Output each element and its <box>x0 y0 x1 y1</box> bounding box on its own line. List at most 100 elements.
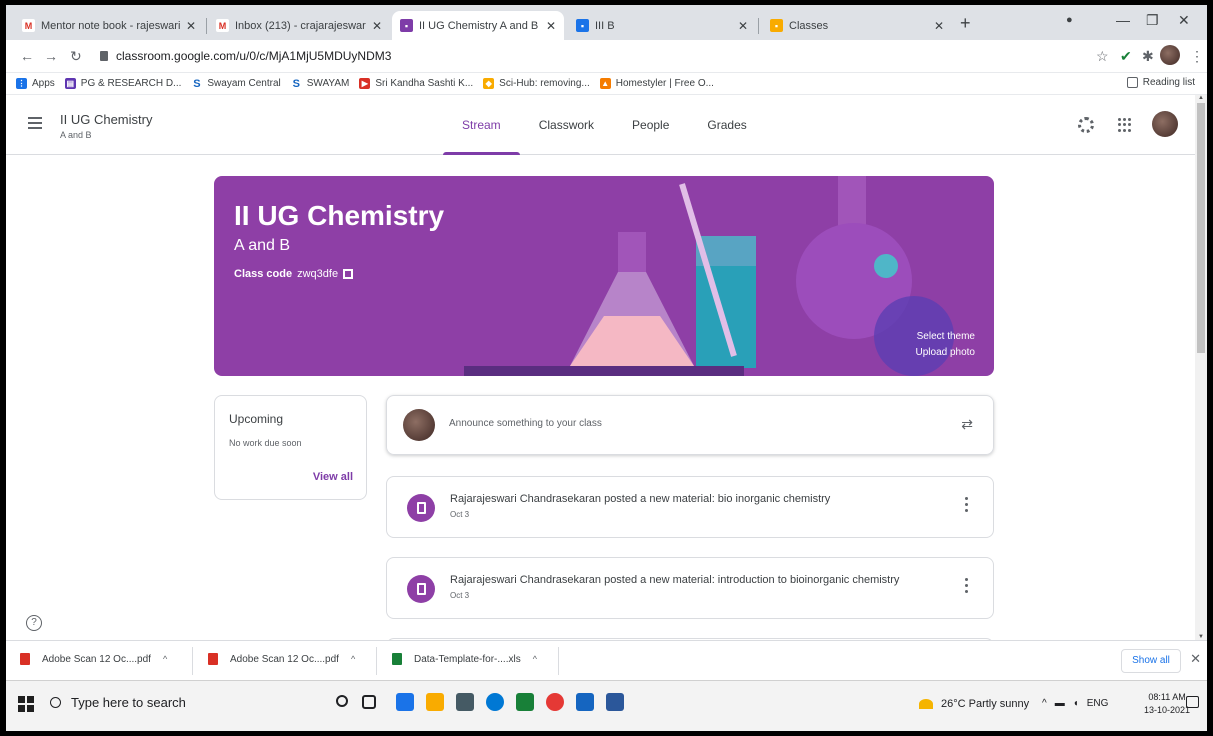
select-theme-link[interactable]: Select theme <box>917 331 975 342</box>
taskbar-clock[interactable]: 08:11 AM 13-10-2021 <box>1144 691 1190 717</box>
material-icon <box>407 575 435 603</box>
profile-avatar[interactable] <box>1160 45 1180 65</box>
download-item[interactable]: Data-Template-for-....xls ^ <box>392 653 537 665</box>
swayam-icon: S <box>290 77 302 90</box>
fullscreen-code-icon[interactable] <box>343 269 354 279</box>
bookmark-homestyler[interactable]: ▲ Homestyler | Free O... <box>599 78 714 89</box>
page-scrollbar[interactable]: ▲ ▼ <box>1195 95 1207 640</box>
taskbar-search[interactable]: Type here to search <box>50 695 186 710</box>
class-name[interactable]: II UG Chemistry <box>60 112 152 127</box>
google-apps-icon[interactable] <box>1118 118 1132 132</box>
notifications-icon[interactable] <box>1186 696 1199 708</box>
close-download-bar-icon[interactable]: ✕ <box>1190 651 1201 667</box>
main-menu-icon[interactable] <box>28 117 42 132</box>
reload-icon[interactable]: ↻ <box>70 48 82 65</box>
photos-app-icon[interactable] <box>576 693 594 711</box>
bookmark-sri-kandha[interactable]: ▶ Sri Kandha Sashti K... <box>359 78 473 89</box>
back-icon[interactable]: ← <box>20 48 34 64</box>
volume-icon[interactable]: ◖ <box>1073 698 1079 709</box>
post-title[interactable]: Rajarajeswari Chandrasekaran posted a ne… <box>450 574 899 586</box>
mail-app-icon[interactable] <box>396 693 414 711</box>
post-date: Oct 3 <box>450 510 470 519</box>
browser-tab-inbox[interactable]: M Inbox (213) - crajarajeswari.chem ✕ <box>208 11 390 40</box>
cortana-icon[interactable] <box>336 695 348 707</box>
language-indicator[interactable]: ENG <box>1087 698 1109 709</box>
stream-post[interactable]: Rajarajeswari Chandrasekaran posted a ne… <box>386 476 994 538</box>
task-view-icon[interactable] <box>362 695 376 709</box>
close-tab-icon[interactable]: ✕ <box>738 19 748 33</box>
battery-icon[interactable]: ▬ <box>1055 698 1065 709</box>
bookmark-sci-hub[interactable]: ◆ Sci-Hub: removing... <box>483 78 590 89</box>
excel-file-icon <box>392 653 402 665</box>
close-tab-icon[interactable]: ✕ <box>372 19 382 33</box>
announce-box[interactable]: Announce something to your class ⇄ <box>386 395 994 455</box>
lock-icon <box>100 51 108 61</box>
restore-icon[interactable]: ❐ <box>1146 12 1159 29</box>
browser-tab-classes[interactable]: ▪ Classes ✕ <box>762 11 952 40</box>
browser-tab-ii-ug-chemistry[interactable]: ▪ II UG Chemistry A and B ✕ <box>392 11 564 40</box>
settings-gear-icon[interactable] <box>1078 117 1094 133</box>
download-item[interactable]: Adobe Scan 12 Oc....pdf ^ <box>208 653 355 665</box>
extension-check-icon[interactable]: ✔ <box>1120 48 1132 65</box>
excel-app-icon[interactable] <box>516 693 534 711</box>
close-tab-icon[interactable]: ✕ <box>186 19 196 33</box>
classroom-icon: ▪ <box>770 19 783 32</box>
apps-grid-icon: ⋮ <box>16 78 27 89</box>
bookmarks-bar: ⋮ Apps ▤ PG & RESEARCH D... S Swayam Cen… <box>6 73 1207 95</box>
forward-icon[interactable]: → <box>44 48 58 64</box>
show-hidden-icons-icon[interactable]: ^ <box>1042 698 1047 709</box>
chevron-up-icon[interactable]: ^ <box>533 654 537 664</box>
avatar <box>403 409 435 441</box>
edge-browser-icon[interactable] <box>486 693 504 711</box>
chrome-app-icon[interactable] <box>546 693 564 711</box>
help-icon[interactable]: ? <box>26 615 42 631</box>
profile-dot-icon[interactable]: ● <box>1066 14 1073 26</box>
minimize-icon[interactable]: — <box>1116 12 1130 28</box>
word-app-icon[interactable] <box>606 693 624 711</box>
calculator-icon[interactable] <box>456 693 474 711</box>
chevron-up-icon[interactable]: ^ <box>351 654 355 664</box>
tab-grades[interactable]: Grades <box>688 95 765 155</box>
chevron-up-icon[interactable]: ^ <box>163 654 167 664</box>
new-tab-icon[interactable]: + <box>960 14 971 32</box>
more-options-icon[interactable] <box>965 497 969 515</box>
bench-shelf <box>464 366 744 376</box>
close-window-icon[interactable]: ✕ <box>1178 12 1190 29</box>
bookmark-apps[interactable]: ⋮ Apps <box>16 78 55 89</box>
weather-widget[interactable]: 26°C Partly sunny <box>919 698 1029 710</box>
stream-post[interactable]: Rajarajeswari Chandrasekaran posted a ne… <box>386 557 994 619</box>
browser-tab-iii-b[interactable]: ▪ III B ✕ <box>568 11 756 40</box>
tab-people[interactable]: People <box>613 95 688 155</box>
bookmark-pg-research[interactable]: ▤ PG & RESEARCH D... <box>64 78 181 89</box>
windows-start-icon[interactable] <box>18 696 34 712</box>
close-tab-icon[interactable]: ✕ <box>934 19 944 33</box>
browser-menu-icon[interactable]: ⋮ <box>1190 48 1204 65</box>
tab-divider <box>758 18 759 34</box>
account-avatar[interactable] <box>1152 111 1178 137</box>
tab-classwork[interactable]: Classwork <box>520 95 613 155</box>
bookmark-swayam-central[interactable]: S Swayam Central <box>191 78 281 90</box>
upcoming-card: Upcoming No work due soon View all <box>214 395 367 500</box>
tab-stream[interactable]: Stream <box>443 95 520 155</box>
download-item[interactable]: Adobe Scan 12 Oc....pdf ^ <box>20 653 167 665</box>
show-all-button[interactable]: Show all <box>1121 649 1181 673</box>
reading-list[interactable]: Reading list <box>1126 77 1195 88</box>
extensions-puzzle-icon[interactable]: ✱ <box>1142 48 1154 65</box>
file-explorer-icon[interactable] <box>426 693 444 711</box>
browser-tab-mentor[interactable]: M Mentor note book - rajeswaricha ✕ <box>14 11 204 40</box>
view-all-link[interactable]: View all <box>313 471 353 483</box>
address-bar[interactable]: classroom.google.com/u/0/c/MjA1MjU5MDUyN… <box>90 44 1090 68</box>
upload-photo-link[interactable]: Upload photo <box>916 347 976 358</box>
bookmark-star-icon[interactable]: ☆ <box>1096 48 1109 65</box>
pdf-file-icon <box>20 653 30 665</box>
bookmark-swayam[interactable]: S SWAYAM <box>290 77 349 90</box>
announce-placeholder[interactable]: Announce something to your class <box>449 418 602 429</box>
scroll-up-arrow-icon[interactable]: ▲ <box>1198 95 1204 101</box>
material-icon <box>407 494 435 522</box>
post-title[interactable]: Rajarajeswari Chandrasekaran posted a ne… <box>450 493 830 505</box>
repost-icon[interactable]: ⇄ <box>961 416 973 433</box>
more-options-icon[interactable] <box>965 578 969 596</box>
scrollbar-thumb[interactable] <box>1197 103 1205 353</box>
close-tab-icon[interactable]: ✕ <box>546 19 556 33</box>
flask-neck <box>618 232 646 272</box>
